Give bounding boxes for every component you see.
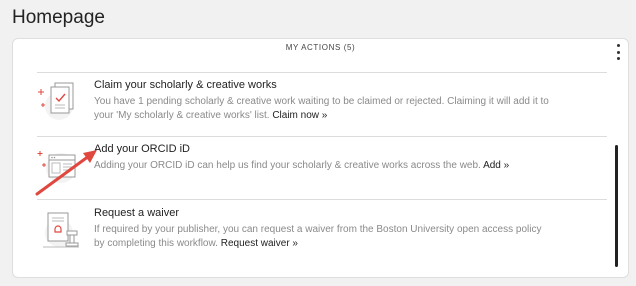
description-line: You have 1 pending scholarly & creative … [94, 96, 549, 107]
description-line-2: by completing this workflow. Request wai… [94, 237, 574, 251]
item-title: Request a waiver [94, 207, 179, 219]
my-actions-card: MY ACTIONS (5) Claim your scholarly & cr… [12, 38, 629, 278]
item-description: If required by your publisher, you can r… [94, 223, 574, 251]
description-line: If required by your publisher, you can r… [94, 224, 542, 235]
description-line-2: your 'My scholarly & creative works' lis… [94, 109, 574, 123]
request-waiver-link[interactable]: Request waiver » [221, 238, 298, 249]
divider [37, 72, 607, 73]
scrollbar[interactable] [615, 145, 618, 267]
claim-now-link[interactable]: Claim now » [272, 110, 327, 121]
vertical-dots-icon[interactable] [615, 44, 621, 60]
card-header: MY ACTIONS (5) [285, 43, 356, 52]
description-text: Adding your ORCID iD can help us find yo… [94, 160, 481, 171]
divider [37, 199, 607, 200]
description-line: Adding your ORCID iD can help us find yo… [94, 159, 574, 173]
add-link[interactable]: Add » [483, 160, 509, 171]
page-title: Homepage [12, 7, 105, 28]
browser-window-icon [37, 151, 76, 183]
divider [37, 136, 607, 137]
item-title: Claim your scholarly & creative works [94, 79, 277, 91]
item-description: Adding your ORCID iD can help us find yo… [94, 159, 574, 173]
description-text: your 'My scholarly & creative works' lis… [94, 110, 270, 121]
document-check-icon [38, 82, 74, 120]
item-title: Add your ORCID iD [94, 143, 190, 155]
item-description: You have 1 pending scholarly & creative … [94, 95, 574, 123]
description-text: by completing this workflow. [94, 238, 218, 249]
stamp-document-icon [43, 212, 79, 248]
